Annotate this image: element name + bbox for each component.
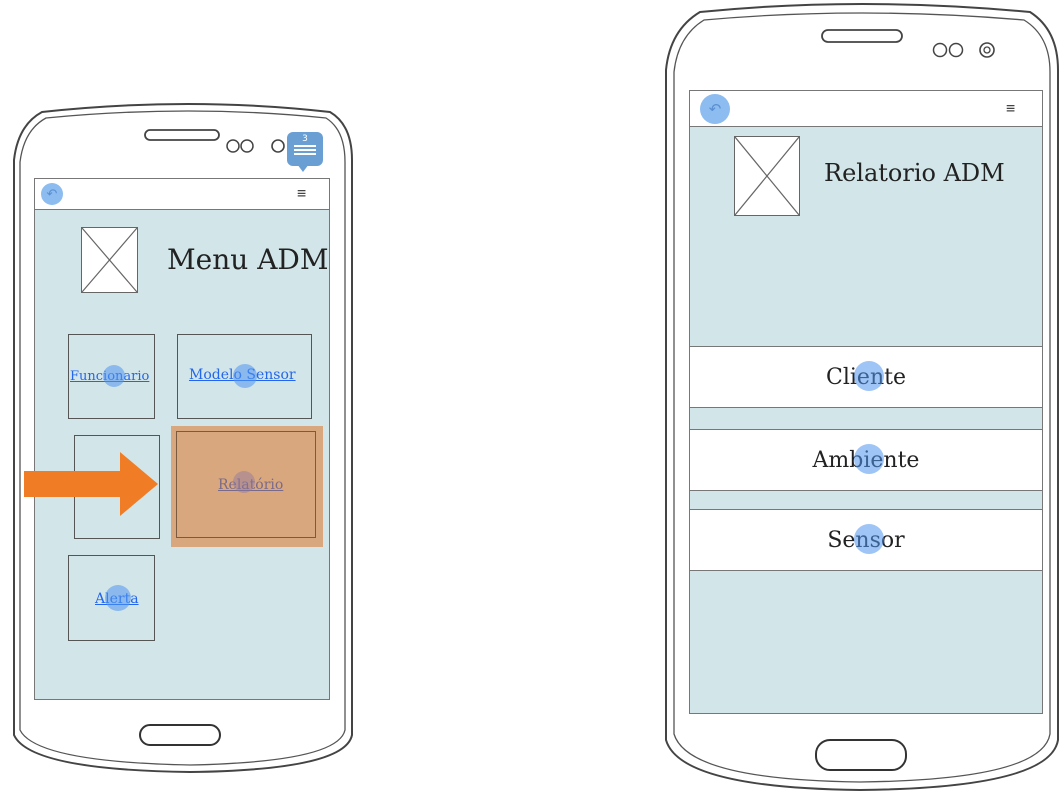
notification-count: 3 (302, 134, 308, 144)
hotspot-marker (854, 361, 884, 391)
settings-sliders-icon[interactable]: ≡ (1006, 99, 1015, 117)
notification-bubble-tail (297, 164, 309, 172)
left-phone-screen: ↶ ≡ Menu ADM Funcionario Modelo Sensor R… (34, 178, 330, 700)
hotspot-marker (233, 471, 255, 493)
hotspot-marker (105, 585, 131, 611)
notification-lines-icon (294, 145, 316, 147)
hotspot-marker (854, 524, 884, 554)
hotspot-marker (103, 365, 125, 387)
left-top-bar: ↶ ≡ (35, 179, 329, 210)
settings-sliders-icon[interactable]: ≡ (297, 184, 306, 202)
back-arrow-icon[interactable]: ↶ (41, 183, 63, 205)
hotspot-marker (233, 364, 257, 388)
hotspot-marker (854, 444, 884, 474)
image-placeholder-icon (81, 227, 138, 293)
image-placeholder-icon (734, 136, 800, 216)
arrow-right-icon (24, 452, 158, 516)
page-title: Relatorio ADM (824, 159, 1005, 187)
page-title: Menu ADM (167, 243, 329, 276)
notification-bubble-icon[interactable]: 3 (287, 132, 323, 166)
back-arrow-icon[interactable]: ↶ (700, 94, 730, 124)
right-phone-screen: ↶ ≡ Relatorio ADM Cliente Ambiente Senso… (689, 90, 1043, 714)
right-top-bar: ↶ ≡ (690, 91, 1042, 127)
